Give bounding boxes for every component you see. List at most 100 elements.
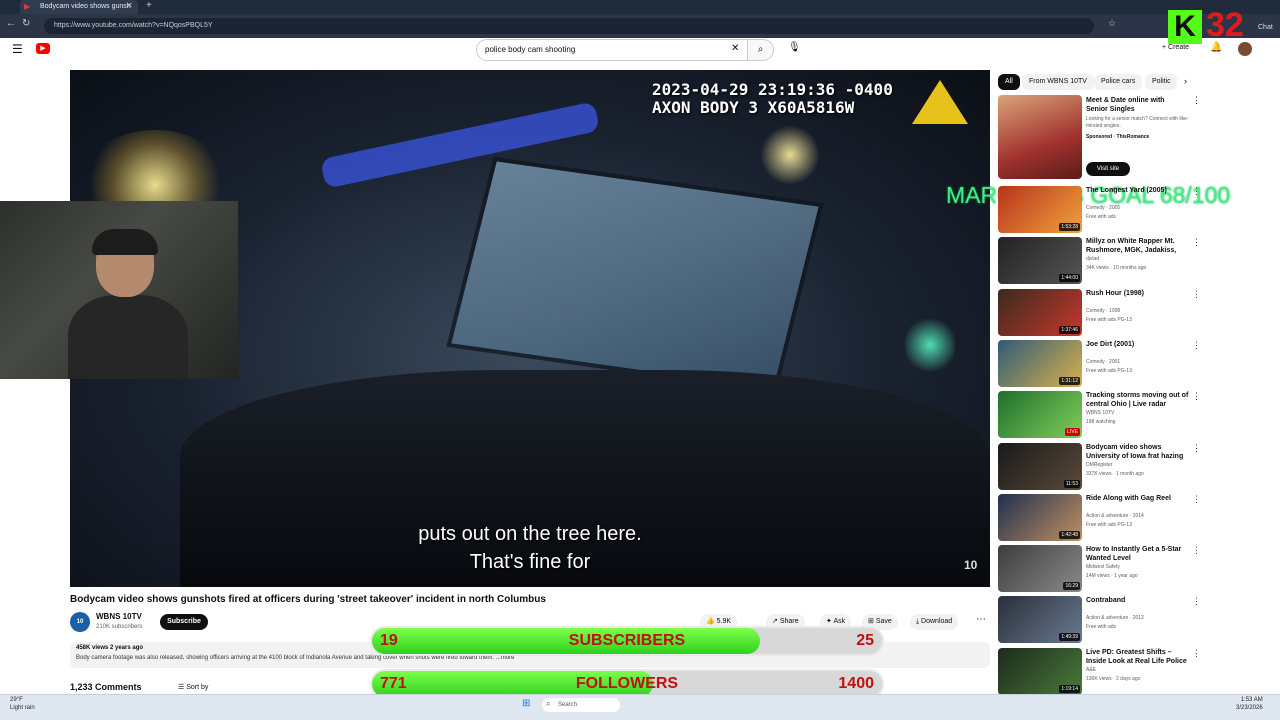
chip-all[interactable]: All (998, 74, 1020, 90)
streamer-figure (68, 229, 188, 379)
more-options-icon[interactable]: ⋮ (1192, 648, 1201, 659)
recommendation-item[interactable]: 1:49:39 Contraband Action & adventure · 20… (998, 596, 1270, 644)
video-duration: 1:31:12 (1059, 377, 1080, 385)
create-label: Create (1168, 44, 1190, 51)
recommendation-thumbnail[interactable]: 1:37:46 (998, 289, 1082, 336)
channel-name[interactable]: WBNS 10TV (96, 612, 142, 621)
more-options-icon[interactable]: ⋮ (1192, 596, 1201, 607)
chevron-right-icon[interactable]: › (1184, 76, 1187, 86)
recommendation-item[interactable]: 1:53:28 The Longest Yard (2005) Comedy · 2… (998, 186, 1270, 234)
recommendation-item[interactable]: 1:42:48 Ride Along with Gag Reel Action & … (998, 494, 1270, 542)
recommendation-item[interactable]: 1:37:46 Rush Hour (1998) Comedy · 1998 Free… (998, 289, 1270, 337)
recommendation-title[interactable]: The Longest Yard (2005) (1086, 186, 1191, 195)
kick-viewer-count: 32 (1206, 6, 1244, 44)
recommendation-title[interactable]: Joe Dirt (2001) (1086, 340, 1191, 349)
sort-comments-button[interactable]: ☰ Sort by (178, 683, 208, 691)
recommendation-item[interactable]: 1:19:14 Live PD: Greatest Shifts – Inside… (998, 648, 1270, 696)
more-options-icon[interactable]: ⋮ (1192, 443, 1201, 454)
more-options-icon[interactable]: ⋮ (1192, 494, 1201, 505)
subscribe-button[interactable]: Subscribe (160, 614, 208, 630)
browser-tab-active[interactable]: Bodycam video shows gunsh (20, 0, 138, 14)
reload-icon[interactable]: ↻ (22, 18, 30, 29)
recommendation-meta: Free with ads (1086, 214, 1117, 220)
recommendation-item[interactable]: 1:31:12 Joe Dirt (2001) Comedy · 2001 Free … (998, 340, 1270, 388)
recommendation-thumbnail[interactable]: 11:53 (998, 443, 1082, 490)
more-options-icon[interactable]: ⋮ (1192, 340, 1201, 351)
recommendation-thumbnail[interactable]: 1:31:12 (998, 340, 1082, 387)
recommendation-item[interactable]: 1:44:00 Millyz on White Rapper Mt. Rushmo… (998, 237, 1270, 285)
new-tab-icon[interactable]: + (146, 0, 152, 11)
recommendation-title[interactable]: How to Instantly Get a 5-Star Wanted Lev… (1086, 545, 1191, 563)
taskbar-search[interactable]: Search (542, 698, 620, 712)
recommendation-channel: djvlad (1086, 256, 1100, 262)
download-button[interactable]: ⤓ Download (910, 614, 959, 630)
axon-logo-icon (912, 80, 968, 124)
recommendation-title[interactable]: Ride Along with Gag Reel (1086, 494, 1191, 503)
ad-thumbnail[interactable] (998, 95, 1082, 179)
weather-temp: 29°F (10, 697, 23, 703)
back-icon[interactable]: ← (6, 18, 16, 29)
recommendation-thumbnail[interactable]: 1:44:00 (998, 237, 1082, 284)
url-field[interactable]: https://www.youtube.com/watch?v=NQqosPBQ… (44, 18, 1094, 34)
more-actions-icon[interactable]: ⋯ (976, 614, 986, 625)
recommendation-title[interactable]: Bodycam video shows University of Iowa f… (1086, 443, 1191, 461)
visit-site-button[interactable]: Visit site (1086, 162, 1130, 176)
create-button[interactable]: + Create (1162, 44, 1189, 51)
recommendation-title[interactable]: Tracking storms moving out of central Oh… (1086, 391, 1191, 409)
caption-line-2: That's fine for (469, 551, 591, 573)
share-label: Share (779, 618, 799, 625)
more-options-icon[interactable]: ⋮ (1192, 289, 1201, 300)
clear-search-icon[interactable]: ✕ (731, 43, 739, 54)
clock-date: 3/23/2026 (1236, 705, 1263, 711)
search-input[interactable]: police body cam shooting (476, 39, 748, 61)
car-laptop-screen (446, 156, 824, 394)
recommendation-item[interactable]: LIVE Tracking storms moving out of centra… (998, 391, 1270, 439)
video-duration: LIVE (1065, 428, 1080, 436)
streamer-cap (92, 229, 158, 255)
more-options-icon[interactable]: ⋮ (1192, 545, 1201, 556)
more-options-icon[interactable]: ⋮ (1192, 391, 1201, 402)
ad-title[interactable]: Meet & Date online with Senior Singles (1086, 96, 1188, 114)
youtube-logo-icon[interactable]: ▶ (36, 43, 50, 54)
video-captions: puts out on the tree here. That's fine f… (380, 520, 680, 576)
recommendation-title[interactable]: Live PD: Greatest Shifts – Inside Look a… (1086, 648, 1191, 666)
chip-politics[interactable]: Politic (1145, 74, 1177, 90)
weather-widget[interactable]: 29°F Light rain (10, 696, 35, 712)
star-icon[interactable]: ☆ (1108, 18, 1116, 29)
more-options-icon[interactable]: ⋮ (1192, 237, 1201, 248)
osd-timestamp: 2023-04-29 23:19:36 -0400 (652, 80, 893, 99)
recommendation-thumbnail[interactable]: LIVE (998, 391, 1082, 438)
bodycam-timestamp: 2023-04-29 23:19:36 -0400 AXON BODY 3 X60… (652, 81, 893, 117)
green-led-light (905, 315, 955, 375)
recommendation-thumbnail[interactable]: 16:29 (998, 545, 1082, 592)
video-duration: 1:44:00 (1059, 274, 1080, 282)
search-button[interactable]: ⌕ (748, 39, 774, 61)
recommendation-meta: 198 watching (1086, 419, 1116, 425)
channel-avatar[interactable]: 10 (70, 612, 90, 632)
recommendation-thumbnail[interactable]: 1:49:39 (998, 596, 1082, 643)
streetlight-glare (760, 125, 820, 185)
subscribers-label: SUBSCRIBERS (568, 632, 686, 649)
menu-icon[interactable]: ☰ (12, 42, 23, 56)
recommendation-channel: Action & adventure · 2014 (1086, 513, 1144, 519)
recommendation-thumbnail[interactable]: 1:53:28 (998, 186, 1082, 233)
views-and-date: 458K views 2 years ago (76, 645, 144, 651)
ad-more-icon[interactable]: ⋮ (1192, 95, 1201, 106)
clock-time: 1:53 AM (1240, 697, 1263, 703)
recommendation-item[interactable]: 11:53 Bodycam video shows University of I… (998, 443, 1270, 491)
microphone-icon[interactable]: 🎙 (788, 42, 801, 53)
recommendation-title[interactable]: Millyz on White Rapper Mt. Rushmore, MGK… (1086, 237, 1191, 255)
recommendation-thumbnail[interactable]: 1:19:14 (998, 648, 1082, 695)
windows-start-icon[interactable]: ⊞ (522, 698, 530, 709)
ask-label: Ask (833, 618, 846, 625)
chip-from-channel[interactable]: From WBNS 10TV (1022, 74, 1094, 90)
recommendation-item[interactable]: 16:29 How to Instantly Get a 5-Star Wante… (998, 545, 1270, 593)
close-tab-icon[interactable]: ✕ (126, 1, 133, 10)
recommendation-title[interactable]: Rush Hour (1998) (1086, 289, 1191, 298)
recommendation-title[interactable]: Contraband (1086, 596, 1191, 605)
more-options-icon[interactable]: ⋮ (1192, 186, 1201, 197)
recommendation-thumbnail[interactable]: 1:42:48 (998, 494, 1082, 541)
system-clock[interactable]: 1:53 AM 3/23/2026 (1236, 696, 1263, 712)
recommendation-meta: Free with ads (1086, 624, 1117, 630)
chip-police-cars[interactable]: Police cars (1094, 74, 1143, 90)
